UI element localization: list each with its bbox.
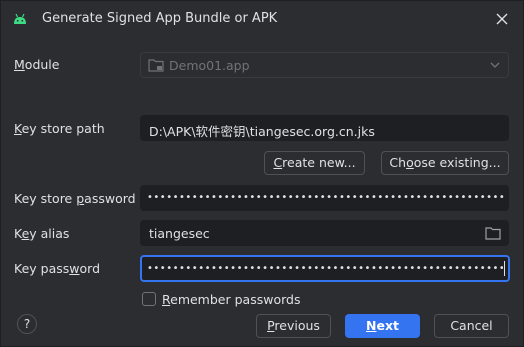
next-button[interactable]: Next: [345, 314, 420, 338]
choose-existing-button[interactable]: Choose existing...: [381, 151, 509, 175]
module-folder-icon: [148, 59, 164, 72]
help-button[interactable]: ?: [17, 314, 37, 334]
remember-passwords-label[interactable]: Remember passwords: [162, 292, 300, 307]
android-icon: [14, 13, 26, 24]
chevron-down-icon: [490, 62, 500, 68]
cancel-button[interactable]: Cancel: [434, 314, 509, 338]
key-password-mask: ••••••••••••••••••••••••••••••••••••••••…: [147, 263, 503, 274]
keystore-path-field[interactable]: D:\APK\软件密钥\tiangesec.org.cn.jks: [140, 115, 509, 141]
module-value: Demo01.app: [169, 58, 250, 73]
dialog-title: Generate Signed App Bundle or APK: [42, 11, 278, 26]
keystore-path-label: Key store path: [14, 121, 105, 136]
create-new-button[interactable]: Create new...: [264, 151, 365, 175]
browse-folder-icon[interactable]: [485, 226, 501, 240]
keystore-password-label: Key store password: [14, 191, 136, 206]
title-bar: Generate Signed App Bundle or APK: [1, 1, 523, 38]
signed-bundle-dialog: Generate Signed App Bundle or APK Module…: [0, 0, 524, 347]
close-icon[interactable]: [493, 10, 511, 28]
key-alias-label: Key alias: [14, 226, 70, 241]
key-password-field[interactable]: ••••••••••••••••••••••••••••••••••••••••…: [140, 255, 510, 282]
key-alias-value: tiangesec: [149, 226, 210, 241]
key-alias-field[interactable]: tiangesec: [140, 220, 509, 246]
module-label: Module: [14, 57, 60, 72]
keystore-password-field[interactable]: ••••••••••••••••••••••••••••••••••••••••…: [140, 185, 509, 211]
keystore-path-value: D:\APK\软件密钥\tiangesec.org.cn.jks: [149, 124, 375, 139]
module-select[interactable]: Demo01.app: [140, 52, 509, 78]
key-password-label: Key password: [14, 261, 101, 276]
remember-passwords-checkbox[interactable]: [142, 292, 156, 306]
keystore-password-mask: ••••••••••••••••••••••••••••••••••••••••…: [147, 192, 505, 203]
text-caret: [504, 261, 505, 276]
previous-button[interactable]: Previous: [256, 314, 331, 338]
